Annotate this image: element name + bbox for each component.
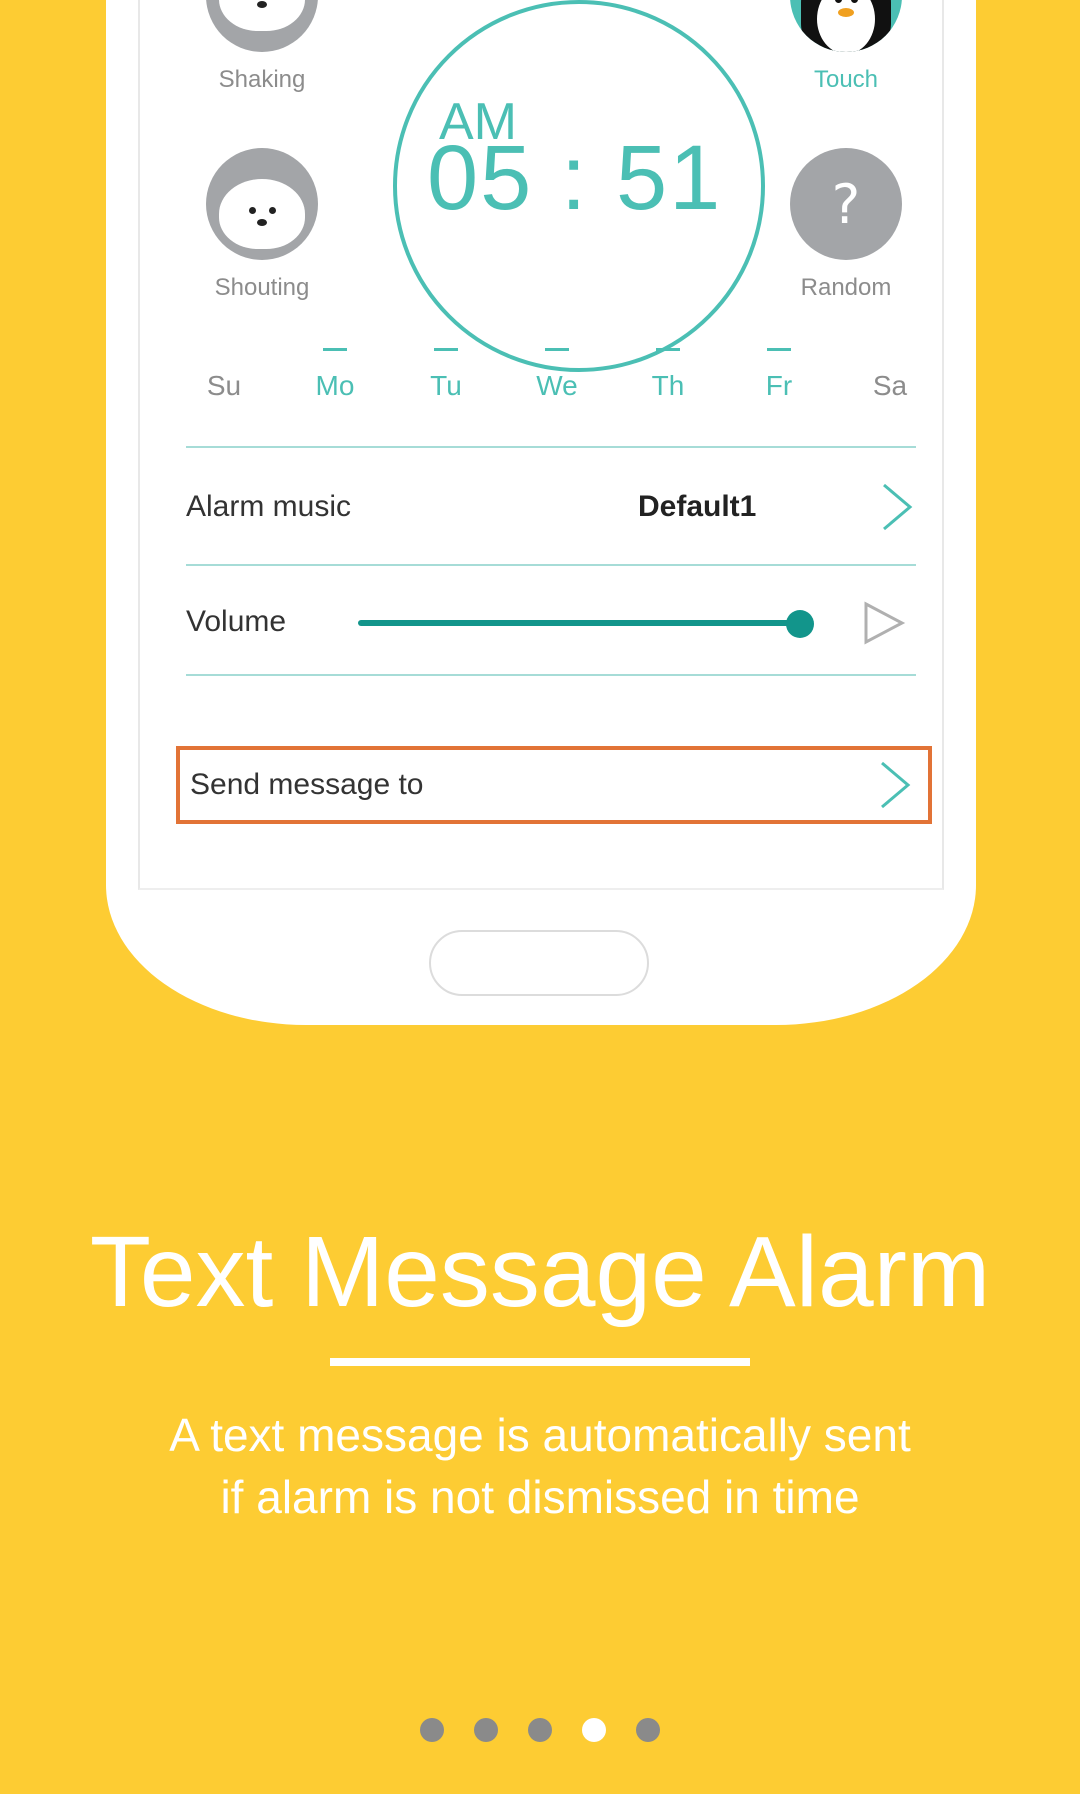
feature-description: A text message is automatically sent if … — [169, 1409, 911, 1523]
divider — [186, 564, 916, 566]
page-dot[interactable] — [636, 1718, 660, 1742]
day-we[interactable]: We — [517, 348, 597, 402]
feature-title: Text Message Alarm — [89, 1216, 991, 1328]
page-dot[interactable] — [528, 1718, 552, 1742]
mode-shaking-label: Shaking — [218, 66, 306, 93]
mode-shaking[interactable]: Shaking — [192, 0, 332, 94]
polar-bear-icon — [206, 0, 318, 52]
send-message-label: Send message to — [190, 768, 424, 801]
mode-touch-label: Touch — [813, 66, 879, 93]
repeat-days: Su Mo Tu We Th Fr Sa — [184, 348, 930, 402]
volume-row: Volume — [186, 582, 916, 662]
alarm-time: 05 : 51 — [427, 127, 723, 229]
page-dot[interactable] — [420, 1718, 444, 1742]
alarm-music-label: Alarm music — [186, 490, 352, 523]
penguin-icon — [790, 0, 902, 52]
alarm-clock-display[interactable]: AM 05 : 51 — [393, 0, 765, 372]
divider — [186, 446, 916, 448]
day-tu[interactable]: Tu — [406, 348, 486, 402]
mode-random-label: Random — [800, 274, 892, 301]
page-dot[interactable] — [474, 1718, 498, 1742]
phone-mockup: Shaking Shouting Touch ? Random AM 05: … — [106, 0, 976, 1025]
day-fr[interactable]: Fr — [739, 348, 819, 402]
mode-random[interactable]: ? Random — [776, 148, 916, 302]
volume-slider-knob[interactable] — [786, 610, 814, 638]
day-th[interactable]: Th — [628, 348, 708, 402]
question-mark-icon: ? — [790, 148, 902, 260]
day-sa[interactable]: Sa — [850, 348, 930, 402]
alarm-music-row[interactable]: Alarm music Default1 — [186, 467, 916, 547]
chevron-right-icon — [883, 483, 913, 531]
alarm-music-value: Default1 — [638, 490, 757, 523]
seal-icon — [206, 148, 318, 260]
title-underline — [330, 1358, 750, 1366]
phone-home-button — [429, 930, 649, 996]
volume-label: Volume — [186, 605, 287, 638]
page-indicator[interactable] — [420, 1718, 660, 1742]
play-icon[interactable] — [862, 600, 906, 646]
mode-shouting[interactable]: Shouting — [192, 148, 332, 302]
alarm-settings-screen: Shaking Shouting Touch ? Random AM 05: … — [138, 0, 944, 890]
mode-touch[interactable]: Touch — [776, 0, 916, 94]
day-su[interactable]: Su — [184, 348, 264, 402]
page-dot-active[interactable] — [582, 1718, 606, 1742]
mode-shouting-label: Shouting — [214, 274, 310, 301]
divider — [186, 674, 916, 676]
volume-slider-track[interactable] — [358, 620, 798, 626]
day-mo[interactable]: Mo — [295, 348, 375, 402]
chevron-right-icon — [881, 761, 911, 809]
send-message-row[interactable]: Send message to — [190, 746, 920, 824]
